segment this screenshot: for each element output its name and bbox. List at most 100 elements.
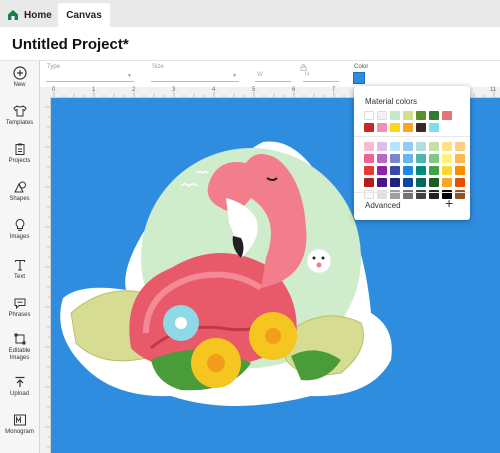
color-swatch[interactable] xyxy=(442,142,452,151)
color-swatch[interactable] xyxy=(390,142,400,151)
size-label: Size xyxy=(152,64,164,70)
color-swatch[interactable] xyxy=(455,142,465,151)
color-swatch[interactable] xyxy=(377,178,387,187)
color-swatch[interactable] xyxy=(455,166,465,175)
width-field[interactable]: W xyxy=(255,72,291,82)
color-swatch[interactable] xyxy=(442,178,452,187)
lock-icon[interactable] xyxy=(300,64,307,71)
divider xyxy=(354,192,470,193)
project-title[interactable]: Untitled Project* xyxy=(12,36,129,53)
color-swatch[interactable] xyxy=(390,178,400,187)
sidebar-item-images[interactable]: Images xyxy=(0,218,39,241)
color-swatch xyxy=(455,123,465,132)
color-swatch[interactable] xyxy=(429,111,439,120)
color-swatch[interactable] xyxy=(416,154,426,163)
height-label: H xyxy=(305,72,310,78)
color-swatch[interactable] xyxy=(364,123,374,132)
sidebar-item-phrases[interactable]: Phrases xyxy=(0,296,39,319)
sidebar-item-projects[interactable]: Projects xyxy=(0,142,39,165)
flower-yellow-2 xyxy=(249,312,297,360)
tab-bar: Home Canvas xyxy=(0,0,500,27)
color-swatch[interactable] xyxy=(455,154,465,163)
sidebar-item-label: Monogram xyxy=(5,429,34,435)
color-swatch[interactable] xyxy=(416,111,426,120)
size-select[interactable]: ▼ xyxy=(151,72,239,82)
tab-home-label: Home xyxy=(24,9,52,21)
color-swatch[interactable] xyxy=(390,123,400,132)
color-swatch[interactable] xyxy=(416,123,426,132)
color-swatch[interactable] xyxy=(403,178,413,187)
color-swatch[interactable] xyxy=(390,166,400,175)
color-swatch[interactable] xyxy=(377,123,387,132)
ruler-label: 3 xyxy=(172,87,176,93)
sidebar-item-editable-images[interactable]: Editable Images xyxy=(0,332,39,362)
color-swatch[interactable] xyxy=(416,166,426,175)
color-swatch[interactable] xyxy=(429,154,439,163)
sidebar-item-label: Images xyxy=(9,234,30,240)
color-swatch-button[interactable] xyxy=(353,72,365,84)
sidebar-item-templates[interactable]: Templates xyxy=(0,104,39,127)
color-swatch[interactable] xyxy=(403,123,413,132)
color-swatch[interactable] xyxy=(377,142,387,151)
color-swatch[interactable] xyxy=(364,111,374,120)
editable-images-icon xyxy=(14,333,25,345)
color-swatch[interactable] xyxy=(442,111,452,120)
color-swatch[interactable] xyxy=(403,142,413,151)
sidebar-item-label: New xyxy=(13,82,26,88)
color-swatch xyxy=(455,111,465,120)
shapes-icon xyxy=(13,181,26,193)
sidebar-item-upload[interactable]: Upload xyxy=(0,375,39,398)
sidebar-item-label: Shapes xyxy=(9,196,30,202)
chevron-down-icon: ▼ xyxy=(232,73,237,79)
tab-home[interactable]: Home xyxy=(7,3,59,27)
ruler-ticks xyxy=(45,106,50,448)
sidebar-item-text[interactable]: Text xyxy=(0,258,39,281)
color-swatch[interactable] xyxy=(364,166,374,175)
color-swatch[interactable] xyxy=(377,154,387,163)
color-swatch[interactable] xyxy=(377,166,387,175)
toolbar: Type ▼ Size ▼ W H Color xyxy=(0,60,500,89)
color-swatch[interactable] xyxy=(442,166,452,175)
text-icon xyxy=(14,259,25,271)
sidebar-item-monogram[interactable]: Monogram xyxy=(0,413,39,436)
sidebar-item-shapes[interactable]: Shapes xyxy=(0,180,39,203)
color-swatch[interactable] xyxy=(455,178,465,187)
color-swatch[interactable] xyxy=(429,123,439,132)
flower-blue xyxy=(163,305,199,341)
sidebar-item-new[interactable]: New xyxy=(0,66,39,89)
color-swatch[interactable] xyxy=(416,178,426,187)
ruler-label: 0 xyxy=(52,87,56,93)
color-label: Color xyxy=(354,64,369,70)
color-swatch[interactable] xyxy=(442,154,452,163)
color-swatch[interactable] xyxy=(364,154,374,163)
type-label: Type xyxy=(47,64,61,70)
color-swatch[interactable] xyxy=(416,142,426,151)
ruler-label: 1 xyxy=(92,87,96,93)
speech-bubble-icon xyxy=(14,298,25,310)
color-swatch[interactable] xyxy=(429,166,439,175)
shirt-icon xyxy=(12,105,27,117)
color-swatch[interactable] xyxy=(390,154,400,163)
divider xyxy=(354,136,470,137)
ruler-vertical xyxy=(40,97,51,453)
flower-yellow-1 xyxy=(191,338,241,388)
color-swatch xyxy=(442,123,452,132)
advanced-label[interactable]: Advanced xyxy=(365,201,401,210)
color-swatch[interactable] xyxy=(390,111,400,120)
color-swatch[interactable] xyxy=(403,166,413,175)
color-swatch[interactable] xyxy=(403,111,413,120)
color-swatch[interactable] xyxy=(364,178,374,187)
plus-circle-icon xyxy=(12,66,27,80)
type-select[interactable]: ▼ xyxy=(46,72,134,82)
color-swatch[interactable] xyxy=(429,178,439,187)
sidebar-item-label: Phrases xyxy=(8,312,31,318)
color-swatch[interactable] xyxy=(377,111,387,120)
height-field[interactable]: H xyxy=(303,72,339,82)
color-swatch[interactable] xyxy=(429,142,439,151)
monogram-icon xyxy=(13,414,26,426)
tab-canvas[interactable]: Canvas xyxy=(58,3,110,27)
palette-grid xyxy=(364,142,465,199)
color-swatch[interactable] xyxy=(364,142,374,151)
color-swatch[interactable] xyxy=(403,154,413,163)
plus-icon[interactable]: + xyxy=(445,196,453,210)
